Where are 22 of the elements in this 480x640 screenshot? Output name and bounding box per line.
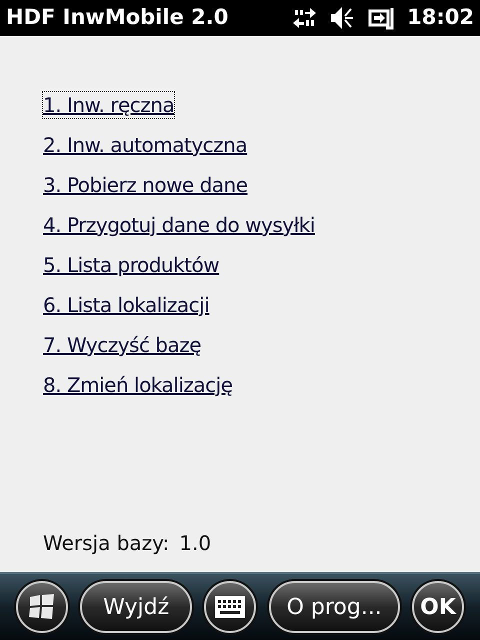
start-button[interactable]: [16, 581, 68, 633]
version-label: Wersja bazy:: [43, 530, 170, 557]
battery-plug-icon: [367, 6, 396, 30]
menu-link[interactable]: 3. Pobierz nowe dane: [43, 172, 248, 198]
clock-time: 18:02: [407, 4, 474, 32]
menu-link[interactable]: 8. Zmień lokalizację: [43, 372, 233, 398]
connectivity-arrows-icon: [291, 6, 318, 30]
softkey-button[interactable]: Wyjdź: [80, 581, 192, 633]
menu-link[interactable]: 7. Wyczyść bazę: [43, 332, 202, 358]
menu-link[interactable]: 4. Przygotuj dane do wysyłki: [43, 212, 315, 238]
window-title: HDF InwMobile 2.0: [6, 4, 228, 32]
menu-link[interactable]: 2. Inw. automatyczna: [43, 132, 248, 158]
menu-link[interactable]: 5. Lista produktów: [43, 252, 220, 278]
menu-link[interactable]: 6. Lista lokalizacji: [43, 292, 210, 318]
ok-button[interactable]: OK: [412, 581, 464, 633]
keyboard-button[interactable]: [204, 581, 256, 633]
speaker-muted-icon: [329, 5, 356, 31]
menu-link[interactable]: 1. Inw. ręczna: [43, 92, 174, 118]
softkey-button[interactable]: O prog...: [268, 581, 400, 633]
windows-flag-icon: [28, 593, 56, 621]
keyboard-icon: [215, 596, 246, 618]
version-value: 1.0: [179, 530, 212, 557]
